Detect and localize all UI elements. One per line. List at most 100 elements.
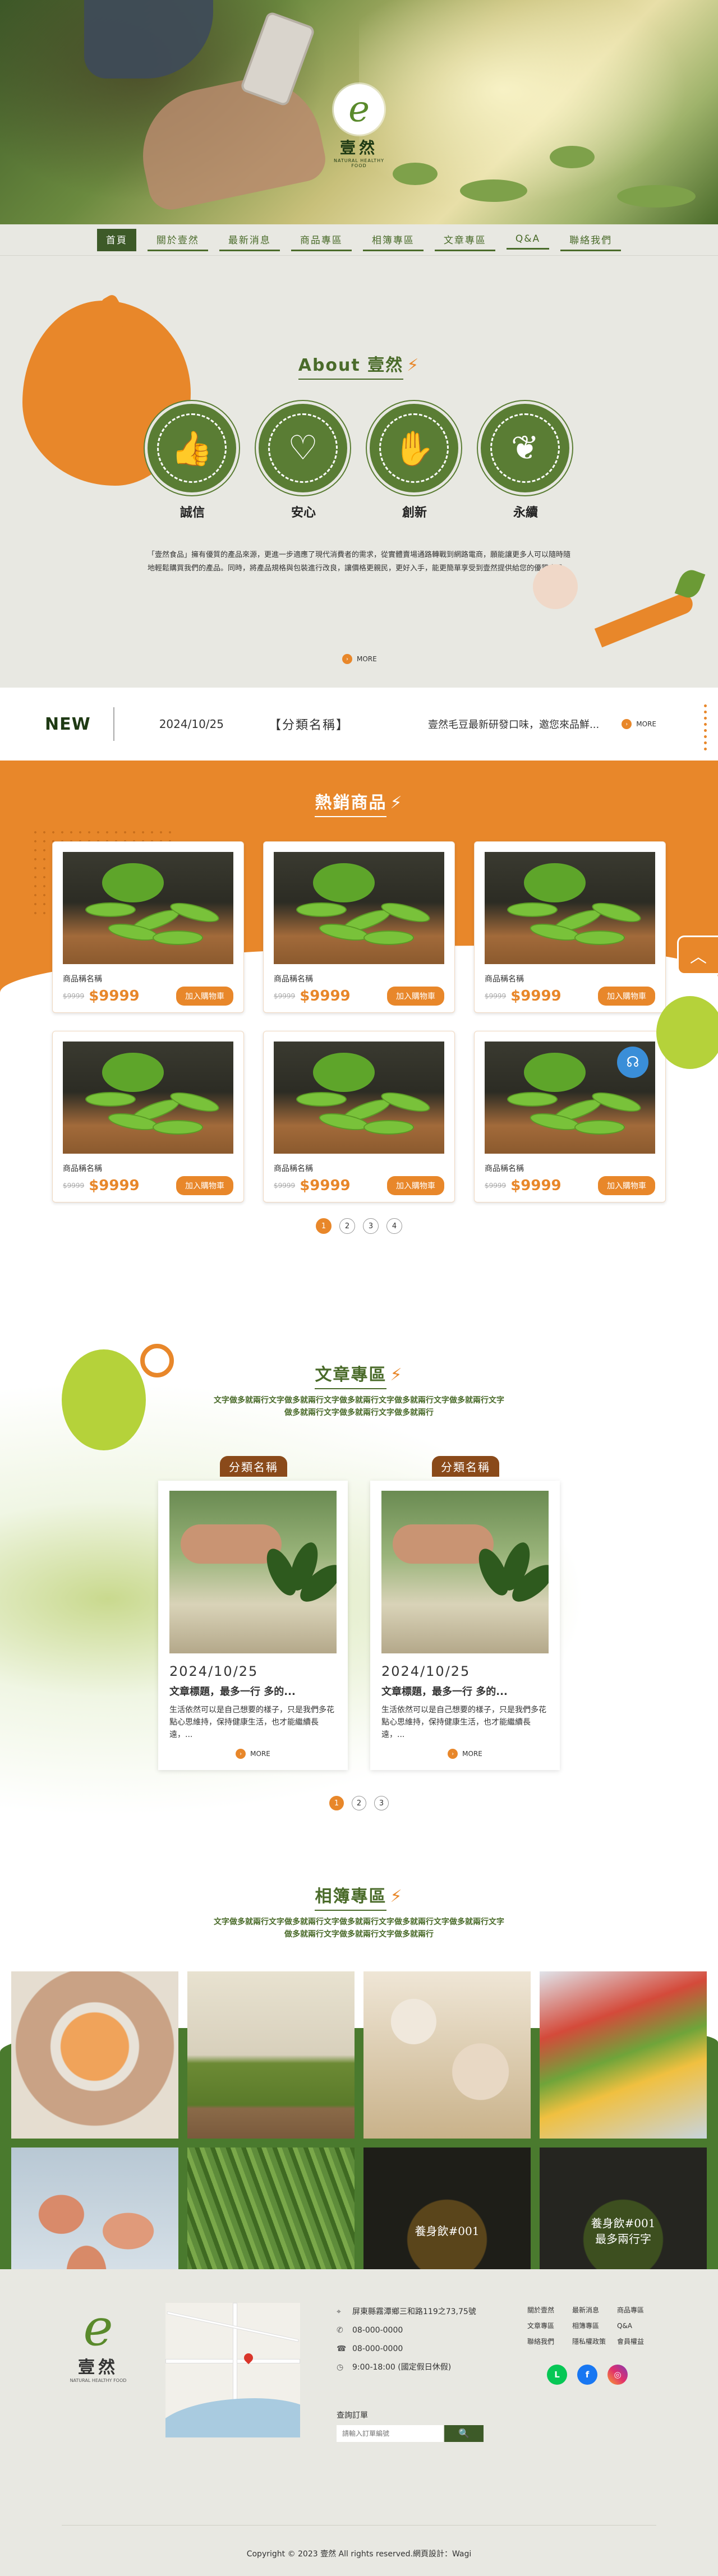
article-date: 2024/10/25 bbox=[169, 1663, 259, 1679]
nav-contact[interactable]: 聯絡我們 bbox=[560, 229, 622, 251]
article-more-link[interactable]: › MORE bbox=[381, 1749, 549, 1759]
about-description: 「壹然食品」擁有優質的產品來源，更進一步適應了現代消費者的需求，從實體賣場通路轉… bbox=[147, 551, 570, 573]
article-title[interactable]: 文章標題，最多一行 多的... bbox=[381, 1684, 549, 1698]
product-image[interactable] bbox=[274, 852, 444, 964]
footer-link-privacy[interactable]: 隱私權政策 bbox=[572, 2334, 617, 2349]
value-innovation: ✋ 創新 bbox=[370, 404, 459, 520]
gallery-photo[interactable]: 養身飲#001 bbox=[363, 2148, 531, 2269]
product-image[interactable] bbox=[485, 852, 655, 964]
footer-link-products[interactable]: 商品專區 bbox=[617, 2303, 662, 2317]
nav-about[interactable]: 關於壹然 bbox=[147, 229, 208, 251]
article-category-tag: 分類名稱 bbox=[432, 1456, 499, 1477]
articles-section: 文章專區 ⚡ 文字做多就兩行文字做多就兩行文字做多就兩行文字做多就兩行文字做多就兩… bbox=[0, 1321, 718, 1826]
product-card[interactable]: 商品稱名稱 $9999 $9999 加入購物車 bbox=[52, 1031, 244, 1202]
nav-products[interactable]: 商品專區 bbox=[291, 229, 352, 251]
page-button[interactable]: 1 bbox=[329, 1796, 344, 1810]
page-button[interactable]: 4 bbox=[386, 1218, 402, 1234]
main-nav: 首頁 關於壹然 最新消息 商品專區 相簿專區 文章專區 Q&A 聯絡我們 bbox=[0, 224, 718, 256]
product-name[interactable]: 商品稱名稱 bbox=[485, 973, 655, 984]
footer-logo[interactable]: e 壹然 NATURAL HEALTHY FOOD bbox=[62, 2298, 135, 2384]
product-name[interactable]: 商品稱名稱 bbox=[274, 973, 444, 984]
logo-mark-icon: e bbox=[83, 2298, 113, 2357]
gallery-photo[interactable] bbox=[11, 2148, 178, 2269]
order-number-input[interactable] bbox=[337, 2425, 443, 2442]
footer-address: 屏東縣霧潭鄉三和路119之73,75號 bbox=[352, 2307, 476, 2316]
product-pagination: 1 2 3 4 bbox=[0, 1218, 718, 1234]
nav-gallery[interactable]: 相簿專區 bbox=[362, 229, 424, 251]
arrow-right-icon: › bbox=[342, 654, 352, 664]
nav-news[interactable]: 最新消息 bbox=[219, 229, 280, 251]
footer-link-gallery[interactable]: 相簿專區 bbox=[572, 2319, 617, 2333]
thumbs-up-icon: 👍 bbox=[157, 413, 227, 483]
page-button[interactable]: 2 bbox=[339, 1218, 355, 1234]
product-name[interactable]: 商品稱名稱 bbox=[485, 1163, 655, 1174]
footer-link-qa[interactable]: Q&A bbox=[617, 2319, 662, 2333]
add-to-cart-button[interactable]: 加入購物車 bbox=[387, 1176, 444, 1195]
facebook-icon[interactable]: f bbox=[577, 2365, 597, 2385]
nav-qa[interactable]: Q&A bbox=[506, 230, 550, 250]
product-name[interactable]: 商品稱名稱 bbox=[63, 973, 233, 984]
footer-link-about[interactable]: 關於壹然 bbox=[527, 2303, 572, 2317]
page-button[interactable]: 2 bbox=[352, 1796, 366, 1810]
article-image[interactable] bbox=[381, 1491, 549, 1653]
about-title: About 壹然 ⚡ bbox=[0, 256, 718, 380]
add-to-cart-button[interactable]: 加入購物車 bbox=[176, 987, 233, 1006]
article-card[interactable]: 分類名稱 2024/10/25 文章標題，最多一行 多的... 生活依然可以是自… bbox=[370, 1456, 560, 1770]
article-title[interactable]: 文章標題，最多一行 多的... bbox=[169, 1684, 337, 1698]
page-button[interactable]: 3 bbox=[363, 1218, 379, 1234]
page-button[interactable]: 3 bbox=[374, 1796, 389, 1810]
article-card[interactable]: 分類名稱 2024/10/25 文章標題，最多一行 多的... 生活依然可以是自… bbox=[158, 1456, 348, 1770]
footer-link-member[interactable]: 會員權益 bbox=[617, 2334, 662, 2349]
nav-articles[interactable]: 文章專區 bbox=[434, 229, 495, 251]
add-to-cart-button[interactable]: 加入購物車 bbox=[387, 987, 444, 1006]
line-icon[interactable]: L bbox=[547, 2365, 567, 2385]
instagram-icon[interactable]: ◎ bbox=[607, 2365, 628, 2385]
article-image[interactable] bbox=[169, 1491, 337, 1653]
product-image[interactable] bbox=[274, 1042, 444, 1154]
site-logo[interactable]: e 壹然 NATURAL HEALTHY FOOD bbox=[328, 84, 390, 168]
product-card[interactable]: 商品稱名稱 $9999 $9999 加入購物車 bbox=[263, 1031, 455, 1202]
heart-hands-icon: ♡ bbox=[268, 413, 338, 483]
product-price: $9999 bbox=[300, 988, 351, 1004]
news-more-link[interactable]: › MORE bbox=[622, 719, 656, 729]
news-title-link[interactable]: 壹然毛豆最新研發口味，邀您來品鮮... bbox=[428, 717, 599, 731]
product-card[interactable]: 商品稱名稱 $9999 $9999 加入購物車 bbox=[263, 841, 455, 1013]
footer-hours: 9:00-18:00 (國定假日休假) bbox=[352, 2363, 452, 2372]
gallery-photo[interactable]: 養身飲#001 最多兩行字 bbox=[540, 2148, 707, 2269]
about-more-link[interactable]: › MORE bbox=[342, 654, 377, 664]
customer-service-button[interactable]: ☊ bbox=[617, 1047, 648, 1078]
product-card[interactable]: 商品稱名稱 $9999 $9999 加入購物車 bbox=[52, 841, 244, 1013]
order-search-button[interactable]: 🔍 bbox=[444, 2425, 484, 2442]
value-integrity: 👍 誠信 bbox=[148, 404, 237, 520]
value-label: 安心 bbox=[291, 506, 316, 520]
footer-link-articles[interactable]: 文章專區 bbox=[527, 2319, 572, 2333]
article-pagination: 1 2 3 bbox=[0, 1796, 718, 1810]
nav-home[interactable]: 首頁 bbox=[96, 228, 136, 251]
news-category: 【分類名稱】 bbox=[268, 718, 349, 732]
edamame-mascot bbox=[656, 996, 718, 1069]
page-button[interactable]: 1 bbox=[316, 1218, 332, 1234]
footer-link-contact[interactable]: 聯絡我們 bbox=[527, 2334, 572, 2349]
gallery-photo[interactable] bbox=[187, 2148, 355, 2269]
product-image[interactable] bbox=[63, 1042, 233, 1154]
product-name[interactable]: 商品稱名稱 bbox=[63, 1163, 233, 1174]
article-more-link[interactable]: › MORE bbox=[169, 1749, 337, 1759]
gallery-photo[interactable] bbox=[540, 1971, 707, 2139]
product-card[interactable]: 商品稱名稱 $9999 $9999 加入購物車 bbox=[474, 841, 666, 1013]
product-price: $9999 bbox=[510, 988, 561, 1004]
location-map[interactable] bbox=[165, 2303, 300, 2437]
gallery-photo[interactable] bbox=[11, 1971, 178, 2139]
gallery-photo[interactable] bbox=[363, 1971, 531, 2139]
article-excerpt: 生活依然可以是自己想要的樣子，只是我們多花點心思維持，保持健康生活，也才能繼續長… bbox=[381, 1706, 546, 1739]
footer-link-news[interactable]: 最新消息 bbox=[572, 2303, 617, 2317]
article-list: 分類名稱 2024/10/25 文章標題，最多一行 多的... 生活依然可以是自… bbox=[0, 1456, 718, 1770]
product-image[interactable] bbox=[63, 852, 233, 964]
search-icon: 🔍 bbox=[458, 2429, 470, 2439]
gallery-photo[interactable] bbox=[187, 1971, 355, 2139]
product-name[interactable]: 商品稱名稱 bbox=[274, 1163, 444, 1174]
add-to-cart-button[interactable]: 加入購物車 bbox=[598, 987, 655, 1006]
add-to-cart-button[interactable]: 加入購物車 bbox=[598, 1176, 655, 1195]
footer-phone[interactable]: 08-000-0000 bbox=[352, 2326, 403, 2335]
add-to-cart-button[interactable]: 加入購物車 bbox=[176, 1176, 233, 1195]
back-to-top-button[interactable]: ︿ bbox=[679, 937, 718, 973]
